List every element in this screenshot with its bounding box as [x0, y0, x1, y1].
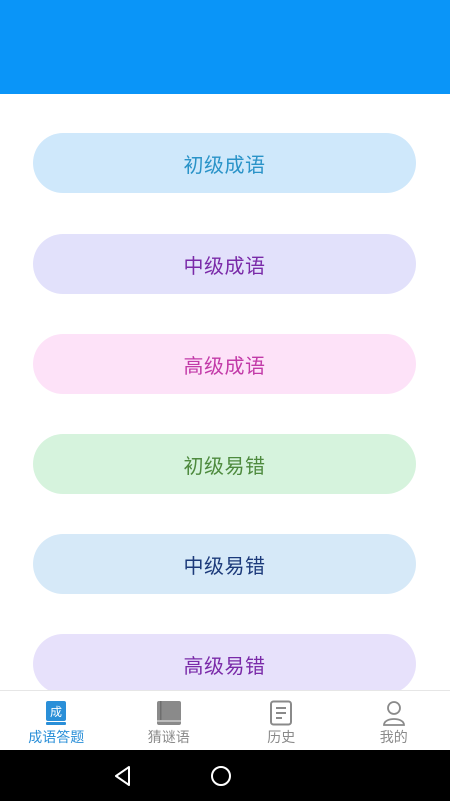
- tab-idiom-quiz[interactable]: 成 成语答题: [0, 691, 113, 750]
- level-button-label: 中级易错: [183, 553, 266, 578]
- tab-label: 成语答题: [28, 730, 85, 746]
- back-icon[interactable]: [110, 763, 136, 789]
- level-button-label: 初级易错: [183, 453, 266, 478]
- tab-history[interactable]: 历史: [225, 691, 338, 750]
- tab-riddles[interactable]: 猜谜语: [113, 691, 226, 750]
- tab-label: 历史: [267, 730, 296, 746]
- tab-label: 猜谜语: [147, 730, 190, 746]
- tab-mine[interactable]: 我的: [338, 691, 450, 750]
- level-button-label: 初级成语: [183, 152, 266, 177]
- level-button-beginner-idiom[interactable]: 初级成语: [33, 133, 416, 193]
- tab-label: 我的: [379, 730, 408, 746]
- level-button-advanced-error[interactable]: 高级易错: [33, 634, 416, 690]
- system-nav-bar: [0, 750, 450, 801]
- level-button-beginner-error[interactable]: 初级易错: [33, 434, 416, 494]
- user-icon: [381, 700, 407, 726]
- document-icon: [268, 700, 294, 726]
- idiom-book-icon: 成: [43, 700, 69, 726]
- idiom-book-icon-glyph: 成: [50, 705, 62, 719]
- level-button-label: 高级易错: [183, 653, 266, 678]
- level-button-label: 高级成语: [183, 353, 266, 378]
- bottom-tab-bar: 成 成语答题 猜谜语 历史 我的: [0, 690, 450, 750]
- level-button-intermediate-idiom[interactable]: 中级成语: [33, 234, 416, 294]
- closed-book-icon: [156, 700, 182, 726]
- app-bar: [0, 0, 450, 94]
- level-button-label: 中级成语: [183, 253, 266, 278]
- level-list: 初级成语 中级成语 高级成语 初级易错 中级易错 高级易错: [0, 94, 450, 690]
- level-button-intermediate-error[interactable]: 中级易错: [33, 534, 416, 594]
- home-icon[interactable]: [208, 763, 234, 789]
- level-button-advanced-idiom[interactable]: 高级成语: [33, 334, 416, 394]
